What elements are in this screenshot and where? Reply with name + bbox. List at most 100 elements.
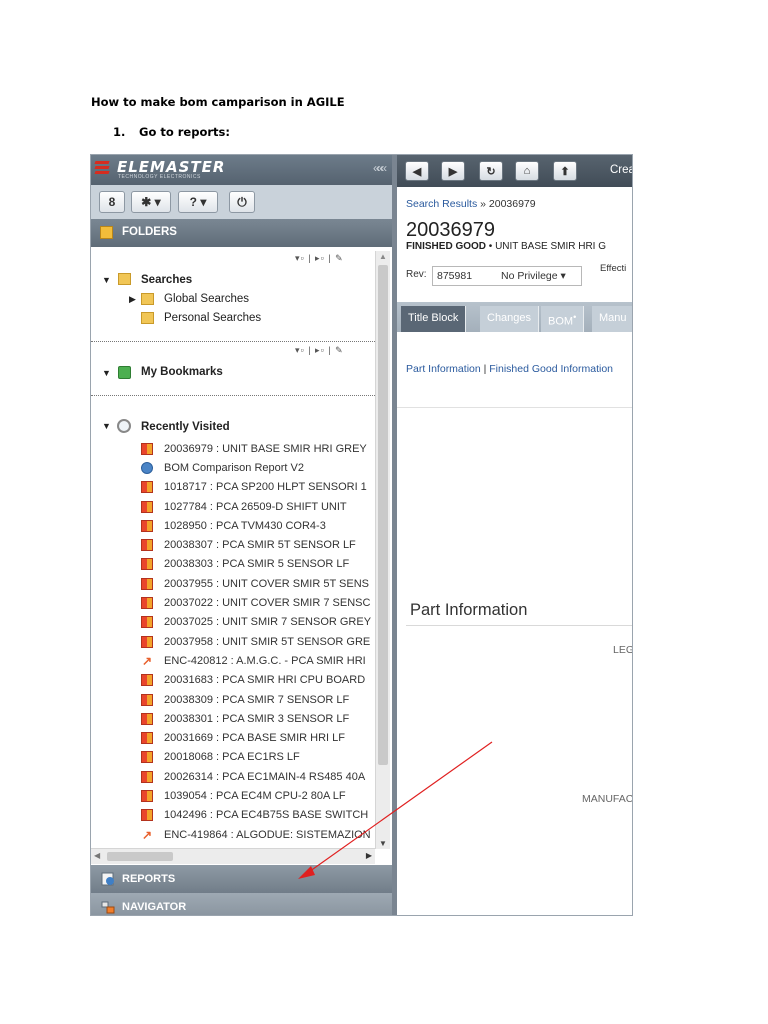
list-item[interactable]: 20036979 : UNIT BASE SMIR HRI GREY (141, 439, 375, 458)
part-icon (141, 519, 153, 532)
tab-bom-label: BOM (548, 315, 574, 328)
list-item[interactable]: 20031683 : PCA SMIR HRI CPU BOARD (141, 671, 375, 690)
part-icon (141, 577, 153, 590)
folders-header[interactable]: FOLDERS (91, 219, 392, 247)
user-icon: 8 (108, 195, 116, 209)
folders-vertical-scrollbar[interactable]: ▲ ▼ (375, 251, 390, 849)
link-finished-good-information[interactable]: Finished Good Information (489, 363, 613, 375)
breadcrumb-search-results-link[interactable]: Search Results (406, 198, 477, 210)
part-icon (141, 732, 153, 745)
list-item[interactable]: 20038303 : PCA SMIR 5 SENSOR LF (141, 555, 375, 574)
collapse-pane-icon[interactable]: ««« (373, 161, 387, 175)
list-item[interactable]: 20038301 : PCA SMIR 3 SENSOR LF (141, 709, 375, 728)
step-number: 1. (113, 125, 126, 139)
refresh-icon: ↻ (486, 165, 496, 178)
scrollbar-thumb[interactable] (378, 265, 388, 765)
scroll-up-arrow-icon[interactable]: ▲ (379, 252, 387, 261)
list-item[interactable]: ↗ ENC-419864 : ALGODUE: SISTEMAZION (141, 825, 375, 844)
list-item-label: 1042496 : PCA EC4B75S BASE SWITCH (164, 809, 369, 822)
list-item[interactable]: 20031669 : PCA BASE SMIR HRI LF (141, 728, 375, 747)
list-item[interactable]: 20037025 : UNIT SMIR 7 SENSOR GREY (141, 613, 375, 632)
tab-manufacturers[interactable]: Manu (592, 306, 632, 332)
scroll-down-arrow-icon[interactable]: ▼ (379, 839, 387, 848)
list-item[interactable]: 1042496 : PCA EC4B75S BASE SWITCH (141, 806, 375, 825)
expand-recently-visited-icon[interactable]: ▼ (102, 421, 111, 431)
expand-bookmarks-icon[interactable]: ▼ (102, 368, 111, 378)
list-item[interactable]: 20037022 : UNIT COVER SMIR 7 SENSC (141, 593, 375, 612)
step-text: Go to reports: (139, 125, 230, 139)
searches-node[interactable]: Searches (141, 274, 192, 286)
tab-bom[interactable]: BOM• (541, 306, 585, 332)
list-item[interactable]: 20037958 : UNIT SMIR 5T SENSOR GRE (141, 632, 375, 651)
logo-bar: ELEMASTER TECHNOLOGY ELECTRONICS ««« (91, 155, 392, 185)
part-icon (141, 712, 153, 725)
list-item[interactable]: 1028950 : PCA TVM430 COR4-3 (141, 516, 375, 535)
navigator-section-header[interactable]: NAVIGATOR (91, 893, 392, 915)
right-content-pane: ◀ ▶ ↻ ⌂ ⬆ Crea Search Results » 20036979… (397, 155, 633, 915)
tab-title-block[interactable]: Title Block (401, 306, 467, 332)
expand-searches-icon[interactable]: ▼ (102, 275, 111, 285)
list-item[interactable]: 1027784 : PCA 26509-D SHIFT UNIT (141, 497, 375, 516)
part-icon (141, 809, 153, 822)
list-item[interactable]: 20026314 : PCA EC1MAIN-4 RS485 40A (141, 767, 375, 786)
recently-visited-icon (117, 419, 131, 433)
refresh-button[interactable]: ↻ (479, 161, 503, 181)
field-label-manufac: MANUFAC (582, 793, 633, 805)
logout-button[interactable]: ⏻ (229, 191, 255, 213)
report-icon (141, 461, 153, 474)
forward-button[interactable]: ▶ (441, 161, 465, 181)
settings-button[interactable]: ✱ ▾ (131, 191, 171, 213)
folders-horizontal-scrollbar[interactable]: ◀ ▶ (91, 848, 375, 864)
list-item[interactable]: 20018068 : PCA EC1RS LF (141, 748, 375, 767)
part-icon (141, 693, 153, 706)
my-bookmarks-node[interactable]: My Bookmarks (141, 366, 223, 378)
section-underline (406, 625, 632, 626)
personal-searches-folder-icon (141, 312, 154, 324)
list-item-label: 20038307 : PCA SMIR 5T SENSOR LF (164, 539, 356, 552)
document-title: How to make bom camparison in AGILE (91, 95, 345, 109)
reports-section-header[interactable]: REPORTS (91, 865, 392, 893)
tree-separator (91, 395, 375, 396)
tab-changes[interactable]: Changes (480, 306, 540, 332)
revision-row: Rev: 875981 No Privilege ▾ Effecti (406, 263, 626, 286)
list-item[interactable]: 20038307 : PCA SMIR 5T SENSOR LF (141, 535, 375, 554)
list-item-label: 20018068 : PCA EC1RS LF (164, 751, 300, 764)
list-item-label: 20037022 : UNIT COVER SMIR 7 SENSC (164, 597, 371, 610)
part-description-text: • UNIT BASE SMIR HRI G (486, 241, 607, 252)
personal-searches-node[interactable]: Personal Searches (164, 312, 261, 324)
back-button[interactable]: ◀ (405, 161, 429, 181)
part-icon (141, 558, 153, 571)
bookmarks-tools[interactable]: ▾▫ | ▸▫ | ✎ (295, 345, 344, 356)
list-item-label: 20031669 : PCA BASE SMIR HRI LF (164, 732, 345, 745)
list-item[interactable]: ↗ ENC-420812 : A.M.G.C. - PCA SMIR HRI (141, 651, 375, 670)
list-item[interactable]: 1018717 : PCA SP200 HLPT SENSORI 1 (141, 478, 375, 497)
expand-global-searches-icon[interactable]: ▶ (129, 294, 136, 305)
searches-tools[interactable]: ▾▫ | ▸▫ | ✎ (295, 253, 344, 264)
list-item-label: 20036979 : UNIT BASE SMIR HRI GREY (164, 442, 367, 455)
list-item[interactable]: 20038309 : PCA SMIR 7 SENSOR LF (141, 690, 375, 709)
list-item-label: 1028950 : PCA TVM430 COR4-3 (164, 519, 326, 532)
help-button[interactable]: ? ▾ (178, 191, 218, 213)
part-icon (141, 674, 153, 687)
breadcrumb-separator: » (477, 198, 489, 210)
revision-select[interactable]: 875981 No Privilege ▾ (432, 266, 582, 286)
scroll-right-arrow-icon[interactable]: ▶ (366, 851, 372, 860)
up-button[interactable]: ⬆ (553, 161, 577, 181)
part-icon (141, 789, 153, 802)
recently-visited-node[interactable]: Recently Visited (141, 421, 230, 433)
revision-value: 875981 (437, 270, 473, 282)
list-item[interactable]: BOM Comparison Report V2 (141, 458, 375, 477)
scroll-left-arrow-icon[interactable]: ◀ (94, 851, 100, 860)
bookmark-icon (118, 366, 131, 379)
link-part-information[interactable]: Part Information (406, 363, 481, 375)
up-arrow-icon: ⬆ (560, 165, 570, 178)
list-item[interactable]: 1039054 : PCA EC4M CPU-2 80A LF (141, 786, 375, 805)
reports-icon (101, 872, 114, 886)
user-profile-button[interactable]: 8 (99, 191, 125, 213)
list-item-label: BOM Comparison Report V2 (164, 461, 304, 474)
home-button[interactable]: ⌂ (515, 161, 539, 181)
create-menu[interactable]: Crea (610, 164, 632, 176)
global-searches-node[interactable]: Global Searches (164, 293, 249, 305)
scrollbar-thumb[interactable] (107, 852, 173, 861)
list-item[interactable]: 20037955 : UNIT COVER SMIR 5T SENS (141, 574, 375, 593)
